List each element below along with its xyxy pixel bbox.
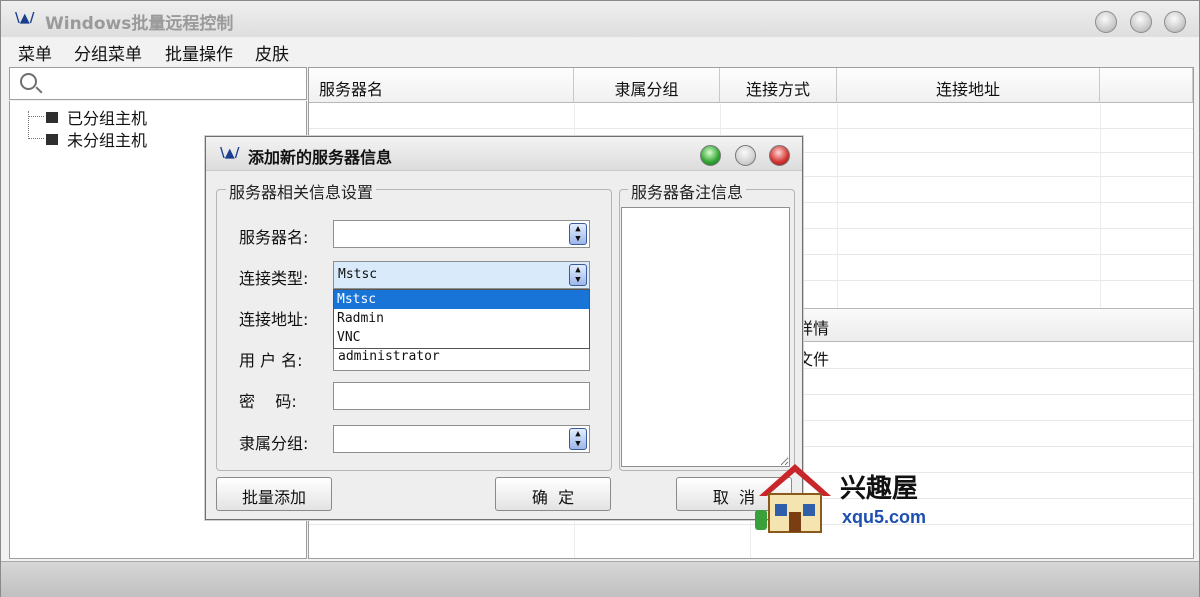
password-label: 密 码:	[239, 392, 297, 411]
watermark-logo: 兴趣屋 xqu5.com	[755, 462, 955, 536]
spinner-icon[interactable]: ▲ ▼	[569, 223, 587, 245]
grid-divider	[837, 104, 838, 308]
column-header-conn-type[interactable]: 连接方式	[720, 68, 837, 103]
folder-icon	[46, 112, 58, 123]
password-field[interactable]	[333, 382, 590, 410]
folder-icon	[46, 134, 58, 145]
tree-item-grouped[interactable]: 已分组主机	[46, 105, 148, 128]
minimize-button[interactable]	[1095, 11, 1117, 33]
server-settings-group-label: 服务器相关信息设置	[226, 179, 377, 203]
dialog-close-button[interactable]	[769, 145, 790, 166]
grid-divider	[1100, 104, 1101, 308]
tree-line	[28, 138, 44, 139]
menu-bar: 菜单 分组菜单 批量操作 皮肤	[1, 37, 1199, 65]
group-label: 隶属分组:	[239, 434, 309, 453]
close-button[interactable]	[1164, 11, 1186, 33]
ok-button[interactable]: 确 定	[495, 477, 611, 511]
dropdown-option-radmin[interactable]: Radmin	[334, 309, 589, 328]
dialog-maximize-button[interactable]	[735, 145, 756, 166]
title-bar[interactable]: \▲/ Windows批量远程控制	[1, 1, 1199, 37]
spinner-icon[interactable]: ▲ ▼	[569, 264, 587, 286]
server-notes-group-label: 服务器备注信息	[628, 179, 747, 203]
window-title: Windows批量远程控制	[45, 14, 234, 34]
column-header-group[interactable]: 隶属分组	[574, 68, 720, 103]
house-logo-icon	[755, 464, 831, 533]
conn-addr-label: 连接地址:	[239, 310, 309, 329]
table-row[interactable]	[309, 128, 1193, 129]
tree-line	[28, 116, 44, 117]
conn-type-dropdown: Mstsc Radmin VNC	[333, 289, 590, 349]
column-header-empty	[1100, 68, 1193, 103]
app-icon: \▲/	[15, 11, 35, 26]
dialog-minimize-button[interactable]	[700, 145, 721, 166]
menu-skin[interactable]: 皮肤	[255, 40, 289, 65]
server-name-label: 服务器名:	[239, 228, 309, 247]
column-header-conn-addr[interactable]: 连接地址	[837, 68, 1100, 103]
dialog-title-bar[interactable]: \▲/ 添加新的服务器信息	[206, 137, 802, 171]
tree-item-label: 已分组主机	[67, 109, 148, 128]
group-select[interactable]: ▲ ▼	[333, 425, 590, 453]
conn-type-select[interactable]: Mstsc ▲ ▼	[333, 261, 590, 289]
server-notes-textarea[interactable]	[621, 207, 790, 467]
menu-batch[interactable]: 批量操作	[165, 40, 233, 65]
tree-item-ungrouped[interactable]: 未分组主机	[46, 127, 148, 150]
add-server-dialog: \▲/ 添加新的服务器信息 服务器相关信息设置 服务器备注信息 服务器名: ▲ ▼…	[205, 136, 803, 520]
search-input[interactable]	[44, 72, 302, 95]
maximize-button[interactable]	[1130, 11, 1152, 33]
menu-group[interactable]: 分组菜单	[74, 40, 142, 65]
detail-row[interactable]	[309, 524, 1193, 525]
username-value: administrator	[338, 349, 440, 364]
batch-add-button[interactable]: 批量添加	[216, 477, 332, 511]
dialog-icon: \▲/	[220, 146, 240, 161]
search-box	[9, 67, 307, 100]
dropdown-option-vnc[interactable]: VNC	[334, 328, 589, 347]
watermark-name: 兴趣屋	[840, 474, 919, 504]
server-name-field[interactable]: ▲ ▼	[333, 220, 590, 248]
conn-type-label: 连接类型:	[239, 269, 309, 288]
spinner-icon[interactable]: ▲ ▼	[569, 428, 587, 450]
dropdown-option-mstsc[interactable]: Mstsc	[334, 290, 589, 309]
menu-main[interactable]: 菜单	[18, 40, 52, 65]
conn-type-value: Mstsc	[338, 267, 378, 282]
status-bar	[1, 561, 1199, 597]
grid-divider	[574, 522, 575, 558]
dialog-title: 添加新的服务器信息	[248, 148, 393, 167]
tree-item-label: 未分组主机	[67, 131, 148, 150]
grid-divider	[750, 522, 751, 558]
column-header-server-name[interactable]: 服务器名	[309, 68, 574, 103]
watermark-url: xqu5.com	[842, 507, 927, 527]
search-icon[interactable]	[20, 73, 37, 90]
username-label: 用 户 名:	[239, 351, 303, 370]
